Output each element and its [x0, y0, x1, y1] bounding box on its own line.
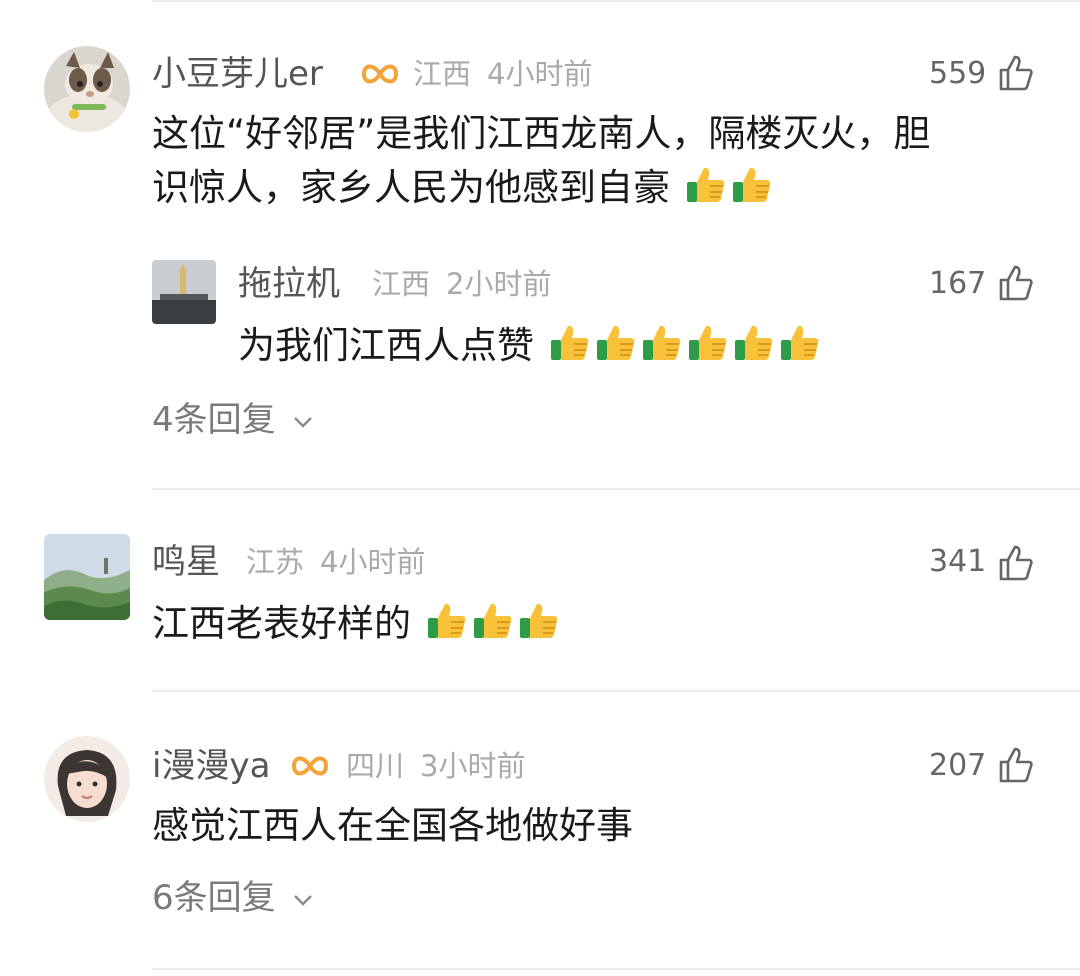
thumbs-up-emoji-icon — [732, 167, 771, 202]
avatar-landscape[interactable] — [44, 534, 130, 620]
reply-like-count: 167 — [929, 266, 987, 301]
avatar-cat[interactable] — [44, 46, 130, 132]
thumbs-up-emoji-icon — [686, 167, 725, 202]
timestamp: 3小时前 — [420, 749, 526, 783]
more-replies-label: 6条回复 — [152, 878, 276, 918]
emoji-row — [423, 602, 561, 645]
vip-badge-icon — [361, 64, 399, 84]
thumbs-up-emoji-icon — [642, 325, 681, 360]
more-replies-button[interactable]: 4条回复 — [152, 398, 316, 442]
region: 江苏 — [246, 545, 305, 579]
chevron-down-icon — [294, 416, 313, 428]
emoji-row — [546, 324, 822, 367]
thumbs-up-emoji-icon — [596, 325, 635, 360]
thumbs-up-emoji-icon — [473, 603, 512, 638]
reply-region: 江西 — [372, 267, 431, 301]
top-divider — [152, 0, 1080, 2]
reply-text: 为我们江西人点赞 — [238, 324, 534, 367]
timestamp: 4小时前 — [487, 57, 593, 91]
comment-text: 江西老表好样的 — [152, 602, 411, 645]
avatar-girl[interactable] — [44, 736, 130, 822]
like-count: 341 — [929, 544, 987, 579]
thumbs-up-emoji-icon — [550, 325, 589, 360]
username[interactable]: i漫漫ya — [152, 744, 270, 788]
thumbs-up-emoji-icon — [780, 325, 819, 360]
like-count: 207 — [929, 748, 987, 783]
region: 四川 — [346, 749, 405, 783]
username[interactable]: 小豆芽儿er — [152, 52, 323, 96]
like-count: 559 — [929, 56, 987, 91]
thumbs-up-outline-icon[interactable] — [998, 54, 1034, 92]
vip-badge-icon — [291, 756, 329, 776]
thumbs-up-emoji-icon — [688, 325, 727, 360]
chevron-down-icon — [294, 894, 313, 906]
thumbs-up-emoji-icon — [519, 603, 558, 638]
thumbs-up-emoji-icon — [427, 603, 466, 638]
comment-text-line: 江西老表好样的 — [152, 596, 561, 652]
thumbs-up-outline-icon[interactable] — [998, 264, 1034, 302]
comment-text: 识惊人，家乡人民为他感到自豪 — [152, 166, 670, 209]
divider — [152, 968, 1080, 970]
reply-text-line: 为我们江西人点赞 — [238, 318, 822, 374]
emoji-row — [682, 166, 774, 209]
divider — [152, 488, 1080, 490]
avatar-tower[interactable] — [152, 260, 216, 324]
more-replies-label: 4条回复 — [152, 400, 276, 440]
timestamp: 4小时前 — [320, 545, 426, 579]
comment-text: 感觉江西人在全国各地做好事 — [152, 804, 633, 847]
username[interactable]: 鸣星 — [152, 540, 220, 584]
region: 江西 — [413, 57, 472, 91]
more-replies-button[interactable]: 6条回复 — [152, 876, 316, 920]
thumbs-up-outline-icon[interactable] — [998, 746, 1034, 784]
reply-username[interactable]: 拖拉机 — [238, 262, 340, 306]
comment-text-line-1: 这位“好邻居”是我们江西龙南人，隔楼灭火，胆 — [152, 112, 931, 155]
thumbs-up-emoji-icon — [734, 325, 773, 360]
thumbs-up-outline-icon[interactable] — [998, 544, 1034, 582]
divider — [152, 690, 1080, 692]
reply-timestamp: 2小时前 — [446, 267, 552, 301]
comment-text-line-2: 识惊人，家乡人民为他感到自豪 — [152, 160, 774, 216]
